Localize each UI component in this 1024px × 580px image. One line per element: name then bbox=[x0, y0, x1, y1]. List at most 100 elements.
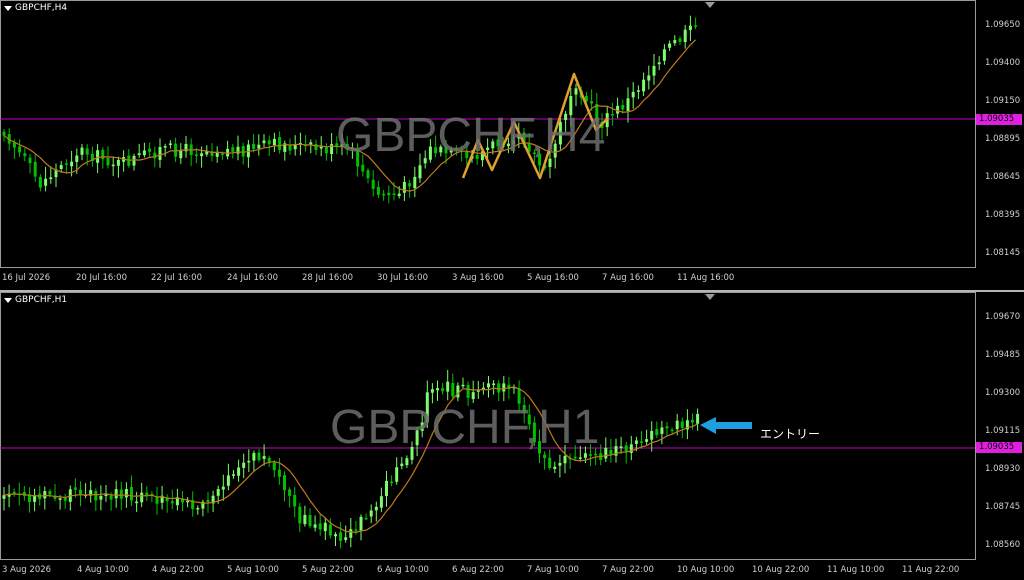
candle-bear bbox=[392, 193, 396, 195]
candle-bull bbox=[512, 140, 516, 145]
candle-bull bbox=[359, 516, 363, 531]
candle-bull bbox=[636, 90, 640, 92]
candle-bull bbox=[242, 462, 246, 468]
candle-bear bbox=[252, 143, 256, 149]
candle-bear bbox=[366, 170, 370, 179]
candle-bear bbox=[376, 186, 380, 195]
time-tick: 28 Jul 16:00 bbox=[302, 273, 353, 283]
candle-bull bbox=[49, 177, 53, 180]
candle-bear bbox=[356, 149, 360, 167]
candle-bull bbox=[626, 98, 630, 111]
candle-bull bbox=[303, 514, 307, 525]
candle-bull bbox=[323, 522, 327, 532]
candle-bear bbox=[119, 489, 123, 499]
candle-bear bbox=[308, 515, 312, 527]
candle-bull bbox=[471, 392, 475, 400]
price-tick: 1.09485 bbox=[985, 350, 1021, 360]
candle-bull bbox=[385, 480, 388, 497]
candle-bull bbox=[631, 91, 635, 98]
candle-bull bbox=[215, 152, 219, 157]
candle-bear bbox=[288, 145, 292, 151]
time-tick: 3 Aug 2026 bbox=[2, 565, 52, 575]
candle-bear bbox=[174, 143, 178, 157]
candle-bear bbox=[101, 149, 105, 160]
candle-bear bbox=[517, 388, 521, 404]
candle-bull bbox=[257, 144, 261, 149]
candle-bear bbox=[694, 25, 698, 27]
time-tick: 3 Aug 16:00 bbox=[452, 273, 504, 283]
chart-pane-h4[interactable]: GBPCHF,H4 GBPCHF,H4 1.09650 1.09400 1.09… bbox=[0, 0, 1024, 290]
candle-bull bbox=[668, 43, 672, 48]
candle-bear bbox=[609, 449, 613, 455]
candle-bull bbox=[80, 147, 84, 155]
candle-bear bbox=[272, 462, 276, 471]
time-tick: 7 Aug 22:00 bbox=[602, 565, 654, 575]
candle-bear bbox=[288, 489, 292, 496]
candle-bull bbox=[200, 153, 204, 157]
candle-bull bbox=[99, 495, 103, 500]
time-tick: 4 Aug 10:00 bbox=[77, 565, 129, 575]
candle-bear bbox=[148, 148, 152, 152]
candle-bear bbox=[145, 492, 149, 496]
candle-bull bbox=[349, 529, 353, 538]
candle-bear bbox=[408, 183, 412, 187]
time-tick: 6 Aug 22:00 bbox=[452, 565, 504, 575]
candle-bear bbox=[382, 193, 386, 196]
candle-bear bbox=[465, 151, 469, 158]
candle-bear bbox=[496, 139, 500, 147]
candle-bull bbox=[657, 62, 661, 65]
candle-bull bbox=[262, 140, 266, 144]
candle-bull bbox=[583, 453, 587, 458]
candle-bull bbox=[313, 524, 317, 528]
candle-bear bbox=[538, 153, 542, 166]
candle-bull bbox=[319, 146, 323, 149]
price-tick: 1.08645 bbox=[985, 172, 1021, 182]
time-tick: 7 Aug 10:00 bbox=[527, 565, 579, 575]
time-tick: 11 Aug 16:00 bbox=[677, 273, 735, 283]
price-tick: 1.08145 bbox=[985, 248, 1021, 258]
entry-annotation: エントリー bbox=[760, 427, 821, 441]
time-tick: 7 Aug 16:00 bbox=[602, 273, 654, 283]
candle-bear bbox=[497, 383, 501, 393]
candle-bull bbox=[186, 500, 190, 503]
candle-bull bbox=[660, 427, 664, 434]
candle-bear bbox=[106, 157, 110, 166]
candle-bull bbox=[226, 475, 230, 486]
candle-bear bbox=[23, 153, 27, 157]
candle-bear bbox=[231, 147, 235, 152]
candle-bull bbox=[420, 422, 424, 431]
candle-bull bbox=[675, 420, 679, 430]
candlestick-chart[interactable] bbox=[0, 292, 1024, 580]
candle-bull bbox=[344, 537, 348, 540]
candle-bull bbox=[237, 467, 241, 476]
candle-bull bbox=[111, 164, 115, 167]
candle-bull bbox=[397, 193, 401, 196]
candle-bear bbox=[28, 157, 32, 164]
candlestick-chart[interactable] bbox=[0, 0, 1024, 290]
candle-bull bbox=[673, 40, 677, 44]
candle-bear bbox=[109, 495, 113, 500]
price-tick: 1.09150 bbox=[985, 96, 1021, 106]
candle-bull bbox=[425, 392, 429, 423]
candle-bull bbox=[252, 453, 256, 461]
candle-bull bbox=[58, 498, 62, 500]
candle-bear bbox=[278, 137, 282, 150]
candle-bull bbox=[548, 158, 552, 167]
level-price-tag: 1.09035 bbox=[976, 114, 1022, 125]
candle-bull bbox=[142, 150, 146, 156]
candle-bull bbox=[137, 153, 141, 155]
candle-bull bbox=[506, 143, 510, 147]
candle-bear bbox=[48, 491, 52, 495]
candle-bear bbox=[318, 523, 322, 530]
candle-bull bbox=[461, 384, 465, 387]
time-tick: 16 Jul 2026 bbox=[2, 273, 51, 283]
candle-bull bbox=[221, 486, 225, 490]
candle-bear bbox=[18, 146, 22, 153]
candle-bull bbox=[374, 506, 378, 511]
candle-bull bbox=[564, 113, 568, 121]
chart-pane-h1[interactable]: GBPCHF,H1 GBPCHF,H1 エントリー 1.09670 1.0948… bbox=[0, 292, 1024, 580]
candle-bear bbox=[590, 101, 594, 104]
candle-bear bbox=[79, 489, 82, 495]
candle-bull bbox=[44, 178, 48, 186]
time-tick: 20 Jul 16:00 bbox=[76, 273, 127, 283]
